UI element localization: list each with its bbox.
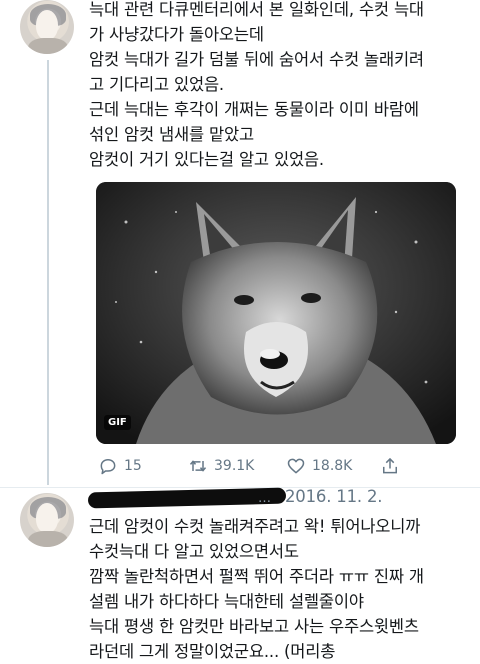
thread-connector	[47, 60, 49, 485]
handle-tail: …	[258, 491, 271, 506]
wolf-image-art	[96, 182, 456, 444]
retweet-button[interactable]: 39.1K	[188, 455, 254, 477]
reply-icon	[100, 459, 116, 475]
avatar[interactable]	[20, 0, 74, 54]
reply-count: 15	[124, 458, 142, 474]
tweet-text: 늑대 관련 다큐멘터리에서 본 일화인데, 수컷 늑대 가 사냥갔다가 돌아오는…	[89, 0, 424, 169]
retweet-count: 39.1K	[214, 458, 255, 474]
gif-badge: GIF	[104, 415, 131, 430]
reply-button[interactable]: 15	[98, 455, 142, 477]
wolf-gif-image[interactable]: GIF	[96, 182, 456, 444]
redacted-username	[87, 487, 287, 509]
like-count: 18.8K	[312, 458, 353, 474]
avatar[interactable]	[20, 493, 74, 547]
tweet-actions: 15 39.1K 18.8K	[96, 455, 456, 477]
retweet-icon	[189, 460, 207, 472]
like-button[interactable]: 18.8K	[286, 455, 352, 477]
tweet-date[interactable]: 2016. 11. 2.	[285, 487, 383, 506]
heart-icon	[287, 458, 305, 474]
tweet-text: 근데 암컷이 수컷 놀래켜주려고 왁! 튀어나오니까 수컷늑대 다 알고 있었으…	[89, 517, 424, 661]
share-button[interactable]	[380, 455, 400, 477]
share-icon	[383, 457, 397, 474]
